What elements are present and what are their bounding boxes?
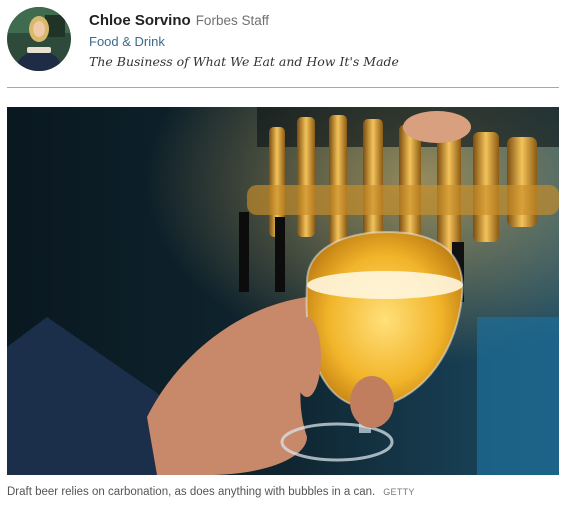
author-meta: Chloe Sorvino Forbes Staff Food & Drink T… [89,12,399,70]
article-image [7,107,559,475]
author-name-line: Chloe Sorvino Forbes Staff [89,12,399,30]
author-tagline: The Business of What We Eat and How It's… [89,54,399,69]
author-byline: Chloe Sorvino Forbes Staff Food & Drink T… [7,7,559,87]
divider [7,87,559,88]
author-role: Forbes Staff [195,13,269,28]
caption-text: Draft beer relies on carbonation, as doe… [7,486,376,498]
channel-link[interactable]: Food & Drink [89,34,399,50]
author-avatar[interactable] [7,7,71,71]
image-credit: GETTY [383,487,415,497]
image-caption: Draft beer relies on carbonation, as doe… [7,485,559,499]
author-name[interactable]: Chloe Sorvino [89,12,191,29]
